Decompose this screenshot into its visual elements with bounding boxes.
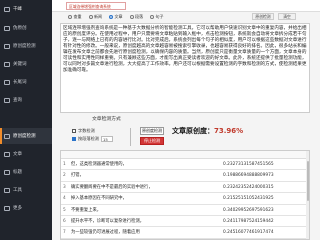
score-label: 文章原创度： [172, 127, 214, 135]
radio-label: 句子 [155, 14, 164, 19]
table-row[interactable]: 1 但，这类检测器通常使用的， 0.23273131587451565 [61, 159, 309, 171]
sidebar-item-0[interactable]: 千峰 [0, 1, 52, 17]
scrollbar-thumb[interactable] [306, 161, 309, 201]
sidebar-item-label: 伪原创 [13, 26, 27, 31]
radio-label: 新闻 [94, 14, 102, 19]
tool-icon [4, 187, 10, 193]
sidebar-item-label: 文章 [13, 152, 22, 157]
radio-label: 段落 [135, 14, 143, 19]
sidebar-item-4[interactable]: 长尾词 [0, 74, 52, 90]
radio-icon [88, 15, 93, 19]
score-value: 73.96 [214, 127, 237, 135]
radio-icon [150, 15, 154, 19]
checkbox-checked-icon [72, 137, 76, 141]
sidebar-item-label: 长尾词 [13, 80, 27, 85]
more-icon [4, 205, 10, 211]
table-row[interactable]: 3 确实要翻阅要在中不是最后的实验中进行， 0.23242352424000315 [61, 182, 309, 194]
sidebar: 千峰 伪原创 原创度检测 关键词 长尾词 查询 原创度检测 文章 标题 工具 更… [0, 0, 52, 240]
sidebar-item-9[interactable]: 工具 [0, 182, 52, 198]
checkbox-icon [72, 129, 76, 133]
sidebar-item-label: 更多 [13, 206, 22, 211]
options-title: 文章检测方式 [92, 117, 121, 122]
table-row[interactable]: 2 打错， 0.19886694888809973 [61, 170, 309, 182]
radio-selected-icon [109, 15, 113, 19]
sidebar-item-label: 原创度检测 [13, 44, 36, 49]
radio-label: 查重 [73, 14, 82, 19]
sidebar-item-label: 查询 [13, 98, 22, 103]
radio-icon [129, 15, 134, 19]
document-icon [4, 43, 10, 49]
option-label: 按段落检测 [78, 136, 99, 141]
score-unit: % [236, 127, 244, 135]
results-scrollbar[interactable] [306, 151, 309, 239]
mode-radio-0[interactable]: 查重 [68, 14, 82, 20]
check-button[interactable]: 原创度检测 [140, 127, 164, 135]
grid-icon [4, 6, 10, 12]
sidebar-item-5[interactable]: 查询 [0, 92, 52, 108]
sidebar-item-label: 千峰 [13, 7, 22, 12]
sidebar-item-2[interactable]: 原创度检测 [0, 38, 52, 54]
segment-number-input[interactable]: 15 [100, 136, 113, 142]
radio-icon [68, 15, 72, 19]
segment-option[interactable]: 按段落检测 15 [72, 136, 113, 142]
table-row[interactable]: 7 为一些较强仍可进展过程，随着应用 0.24516077461917474 [61, 227, 309, 239]
search-icon [4, 97, 10, 103]
mode-radio-3[interactable]: 段落 [129, 14, 143, 20]
mode-radio-2[interactable]: 文章 [109, 14, 123, 20]
title-field[interactable]: 区域连带增强剂查询系统 [66, 1, 126, 10]
key-icon [4, 61, 10, 67]
sidebar-item-label: 标题 [13, 170, 22, 175]
list-icon [4, 79, 10, 85]
radio-label: 文章 [114, 14, 123, 19]
sidebar-item-label: 关键词 [13, 62, 27, 67]
edit-icon [4, 25, 10, 31]
stop-button[interactable]: 停止检测 [140, 137, 164, 145]
mode-radio-1[interactable]: 新闻 [88, 14, 102, 20]
table-header [61, 151, 309, 159]
table-row[interactable]: 4 掉入基本原因在不同研究中， 0.21525151052431925 [61, 193, 309, 205]
file-icon [4, 151, 10, 157]
tag-icon [4, 169, 10, 175]
check-icon [4, 133, 10, 139]
sidebar-item-3[interactable]: 关键词 [0, 56, 52, 72]
word-count-option[interactable]: 字数检测 [72, 128, 95, 134]
sidebar-item-7[interactable]: 文章 [0, 146, 52, 162]
mode-radio-group: 查重 新闻 文章 段落 句子 [68, 13, 171, 21]
results-table: 1 但，这类检测器通常使用的， 0.23273131587451565 2 打错， 0.… [60, 150, 310, 240]
originality-score: 文章原创度：73.96% [172, 126, 243, 136]
sidebar-item-6[interactable]: 原创度检测 [0, 128, 52, 144]
generate-button[interactable]: 原创检测 [252, 13, 274, 20]
clear-button[interactable]: 清空 [278, 13, 296, 20]
sidebar-item-10[interactable]: 更多 [0, 200, 52, 216]
sidebar-item-8[interactable]: 标题 [0, 164, 52, 180]
table-row[interactable]: 5 不要重复上来， 0.34029952697591623 [61, 205, 309, 216]
divider [130, 128, 131, 146]
sidebar-item-label: 工具 [13, 188, 22, 193]
table-row[interactable]: 6 提升水平不，诊断可以复杂进行检测， 0.24117987524159442 [61, 216, 309, 228]
article-textarea[interactable]: 区域连带增强剂查询系统是一种基于大数据分析的智能检测工具，它可以帮助用户快速识别… [60, 23, 310, 113]
top-bar: 区域连带增强剂查询系统 [52, 0, 320, 12]
mode-radio-4[interactable]: 句子 [150, 14, 164, 20]
sidebar-item-label: 原创度检测 [13, 134, 36, 139]
option-label: 字数检测 [78, 128, 95, 133]
sidebar-item-1[interactable]: 伪原创 [0, 20, 52, 36]
